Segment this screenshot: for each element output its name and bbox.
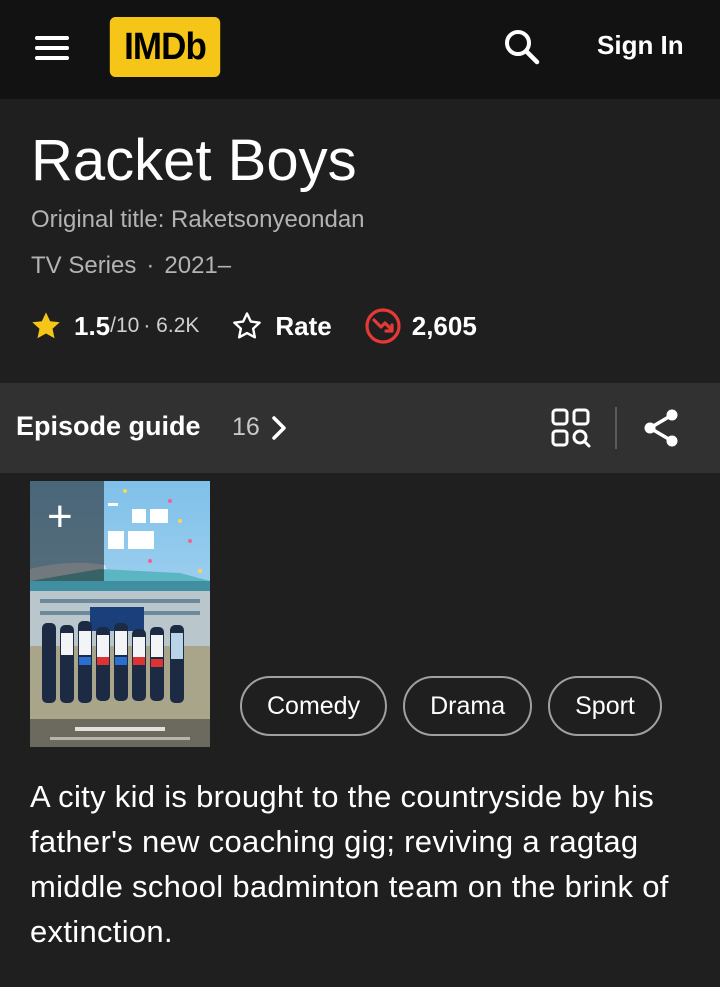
popularity-meter[interactable]: 2,605: [364, 307, 477, 345]
popularity-value: 2,605: [411, 310, 477, 341]
page-title: Racket Boys: [31, 128, 357, 193]
episode-count: 16: [232, 413, 260, 441]
chevron-right-icon[interactable]: [270, 414, 288, 442]
toolbar-divider: [615, 407, 617, 449]
meta-separator: ·: [146, 252, 155, 279]
title-type: TV Series: [31, 252, 137, 279]
sign-in-link[interactable]: Sign In: [597, 30, 684, 61]
imdb-logo[interactable]: IMDb: [109, 17, 221, 77]
trend-down-icon: [365, 308, 401, 344]
star-icon: [32, 312, 60, 339]
star-outline-icon: [233, 312, 262, 339]
hamburger-menu-icon[interactable]: [35, 36, 69, 60]
episode-guide-link[interactable]: Episode guide: [16, 411, 201, 442]
rating-votes: · 6.2K: [143, 314, 200, 337]
add-to-watchlist-button[interactable]: +: [30, 481, 104, 581]
search-icon[interactable]: [502, 27, 542, 67]
episode-guide-bar: Episode guide 16: [0, 383, 720, 473]
genre-chip-sport[interactable]: Sport: [548, 676, 662, 736]
rating-out-of: /10: [110, 314, 140, 337]
title-years[interactable]: 2021–: [164, 252, 231, 279]
top-navigation-bar: IMDb Sign In: [0, 0, 720, 99]
grid-search-icon[interactable]: [550, 407, 592, 449]
poster-image[interactable]: +: [30, 481, 210, 747]
genre-chip-drama[interactable]: Drama: [403, 676, 533, 736]
genre-chip-comedy[interactable]: Comedy: [240, 676, 388, 736]
title-metadata: TV Series · 2021–: [31, 252, 231, 280]
rating-row: 1.5 /10 · 6.2K Rate 2,605: [30, 306, 477, 346]
rate-button[interactable]: Rate: [231, 310, 332, 342]
share-icon[interactable]: [640, 407, 682, 449]
plot-summary[interactable]: A city kid is brought to the countryside…: [30, 774, 700, 954]
original-title: Original title: Raketsonyeondan: [31, 206, 365, 233]
plus-icon: +: [47, 492, 73, 541]
genre-chips: Comedy Drama Sport: [240, 676, 662, 736]
rating-score[interactable]: 1.5: [74, 311, 110, 342]
rate-label: Rate: [275, 310, 332, 341]
